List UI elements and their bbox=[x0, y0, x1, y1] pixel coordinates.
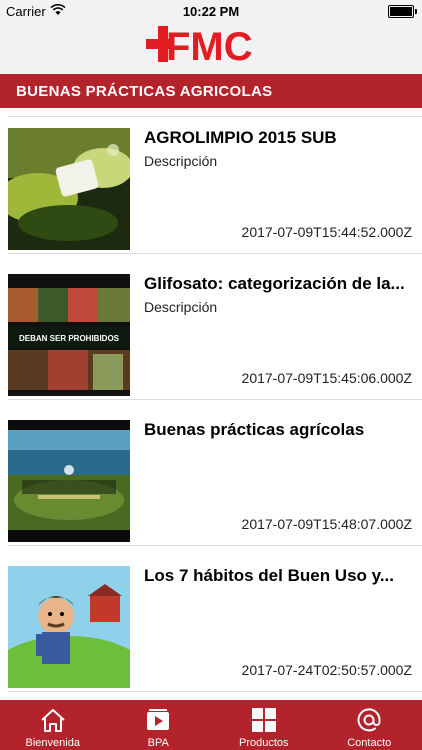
video-thumbnail[interactable] bbox=[8, 566, 130, 688]
video-thumbnail[interactable] bbox=[8, 420, 130, 542]
at-icon bbox=[355, 706, 383, 734]
video-date: 2017-07-09T15:45:06.000Z bbox=[241, 370, 412, 386]
video-icon bbox=[144, 706, 172, 734]
thumb-caption: DEBAN SER PROHIBIDOS bbox=[19, 334, 120, 343]
tab-bpa[interactable]: BPA bbox=[106, 700, 212, 750]
list-item[interactable]: Buenas prácticas agrícolas 2017-07-09T15… bbox=[0, 400, 422, 546]
video-thumbnail[interactable]: DEBAN SER PROHIBIDOS bbox=[8, 274, 130, 396]
tab-label: BPA bbox=[147, 737, 169, 749]
video-date: 2017-07-09T15:48:07.000Z bbox=[241, 516, 412, 532]
tab-bar: Bienvenida BPA Productos Contacto bbox=[0, 700, 422, 750]
video-title: Los 7 hábitos del Buen Uso y... bbox=[144, 566, 395, 585]
clock: 10:22 PM bbox=[182, 4, 240, 19]
tab-bienvenida[interactable]: Bienvenida bbox=[0, 700, 106, 750]
video-title: AGROLIMPIO 2015 SUB bbox=[144, 128, 337, 147]
video-date: 2017-07-09T15:44:52.000Z bbox=[241, 224, 412, 240]
list-item[interactable]: AGROLIMPIO 2015 SUB Descripción 2017-07-… bbox=[0, 108, 422, 254]
list-divider bbox=[8, 691, 422, 692]
list-item[interactable]: DEBAN SER PROHIBIDOS Glifosato: categori… bbox=[0, 254, 422, 400]
tab-productos[interactable]: Productos bbox=[211, 700, 317, 750]
section-title-bar: BUENAS PRÁCTICAS AGRICOLAS bbox=[0, 74, 422, 108]
logo-text: FMC bbox=[166, 25, 253, 64]
fmc-logo-graphic: FMC bbox=[146, 25, 253, 64]
video-description: Descripción bbox=[144, 153, 218, 169]
video-list[interactable]: AGROLIMPIO 2015 SUB Descripción 2017-07-… bbox=[0, 108, 422, 700]
tab-label: Productos bbox=[238, 737, 289, 749]
tab-label: Contacto bbox=[347, 737, 392, 749]
video-title: Glifosato: categorización de la... bbox=[144, 274, 405, 293]
status-bar: Carrier 10:22 PM bbox=[0, 0, 422, 22]
fmc-logo: FMC bbox=[0, 24, 422, 69]
list-item[interactable]: Los 7 hábitos del Buen Uso y... 2017-07-… bbox=[0, 546, 422, 692]
video-thumbnail[interactable] bbox=[8, 128, 130, 250]
tab-label: Bienvenida bbox=[25, 737, 80, 749]
section-title: BUENAS PRÁCTICAS AGRICOLAS bbox=[16, 83, 273, 100]
video-description: Descripción bbox=[144, 299, 218, 315]
home-icon bbox=[39, 706, 67, 734]
tab-contacto[interactable]: Contacto bbox=[317, 700, 422, 750]
grid-icon bbox=[250, 706, 278, 734]
battery-icon bbox=[388, 5, 417, 18]
video-title: Buenas prácticas agrícolas bbox=[144, 420, 365, 439]
video-date: 2017-07-24T02:50:57.000Z bbox=[241, 662, 412, 678]
